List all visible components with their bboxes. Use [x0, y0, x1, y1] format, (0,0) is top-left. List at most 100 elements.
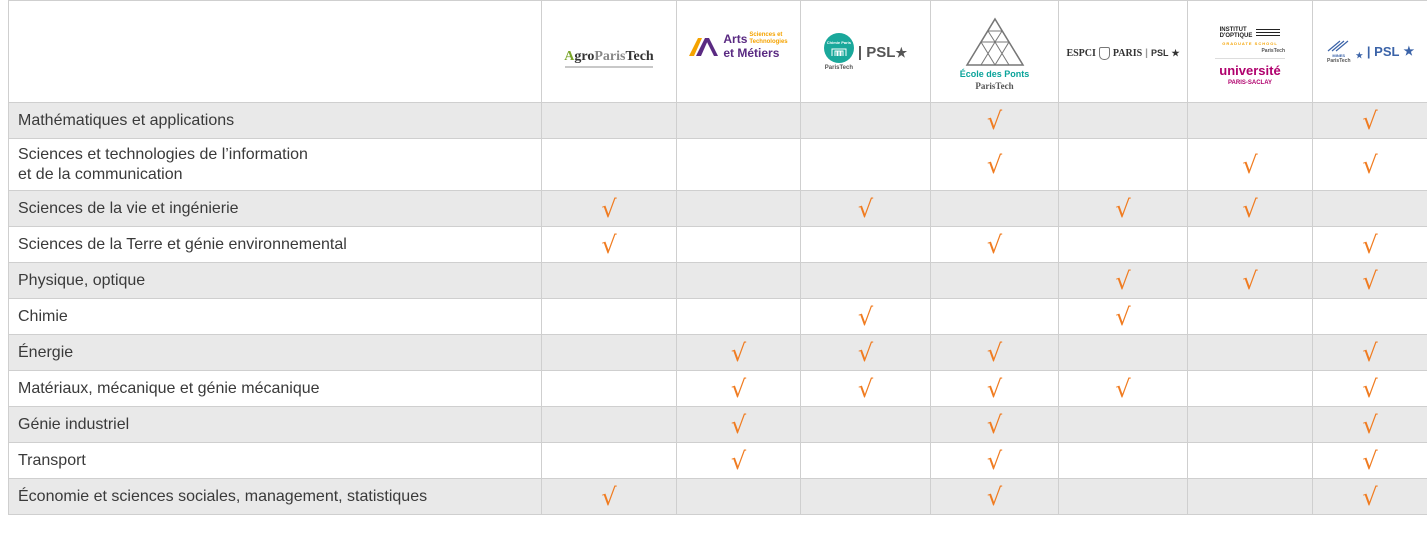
check-mark-cell: √ [676, 442, 801, 479]
check-mark-cell: √ [1187, 190, 1313, 227]
discipline-label: Physique, optique [8, 262, 542, 299]
discipline-label-line: Physique, optique [18, 271, 146, 289]
discipline-label-line: Sciences de la vie et ingénierie [18, 199, 239, 217]
discipline-label: Matériaux, mécanique et génie mécanique [8, 370, 542, 407]
check-mark-cell: √ [930, 478, 1059, 515]
table-row: Sciences de la vie et ingénierie √ √ √ √ [8, 190, 1427, 227]
discipline-label-line: Chimie [18, 307, 68, 325]
check-mark-cell: √ [541, 478, 677, 515]
check-mark-cell: √ [1058, 298, 1188, 335]
discipline-label: Sciences et technologies de l’informatio… [8, 138, 542, 191]
check-icon: √ [1362, 106, 1378, 135]
check-icon: √ [1362, 374, 1378, 403]
discipline-label-line: Transport [18, 451, 86, 469]
check-icon: √ [1362, 338, 1378, 367]
table-row: Chimie √ √ [8, 298, 1427, 335]
table-row: Énergie √ √ √ √ [8, 334, 1427, 371]
check-icon: √ [1242, 266, 1258, 295]
empty-cell [1187, 334, 1313, 371]
check-mark-cell: √ [1312, 226, 1427, 263]
check-icon: √ [1115, 302, 1131, 331]
check-mark-cell: √ [1312, 406, 1427, 443]
empty-cell [800, 226, 931, 263]
check-icon: √ [1362, 446, 1378, 475]
corner-cell [8, 0, 542, 103]
check-icon: √ [857, 374, 874, 403]
schools-disciplines-table: AgroParisTech Arts Sciences et Technolog… [8, 0, 1427, 515]
table-row: Matériaux, mécanique et génie mécanique √… [8, 370, 1427, 407]
espci-paris-logo: ESPCI PARIS | PSL ★ [1058, 0, 1188, 103]
am-mark-icon [689, 37, 719, 56]
ponts-triangle-icon [965, 17, 1024, 66]
empty-cell [800, 406, 931, 443]
check-icon: √ [857, 194, 874, 223]
empty-cell [541, 298, 677, 335]
table-body: Mathématiques et applications √ √ Sciences … [8, 102, 1427, 515]
check-mark-cell: √ [930, 226, 1059, 263]
discipline-label-line: Matériaux, mécanique et génie mécanique [18, 379, 320, 397]
empty-cell [1058, 406, 1188, 443]
check-mark-cell: √ [930, 102, 1059, 139]
empty-cell [541, 406, 677, 443]
check-mark-cell: √ [541, 226, 677, 263]
check-icon: √ [986, 446, 1003, 475]
check-mark-cell: √ [930, 406, 1059, 443]
discipline-label: Transport [8, 442, 542, 479]
check-icon: √ [986, 150, 1003, 179]
empty-cell [541, 442, 677, 479]
check-icon: √ [986, 374, 1003, 403]
empty-cell [1187, 478, 1313, 515]
empty-cell [800, 262, 931, 299]
discipline-label: Sciences de la vie et ingénierie [8, 190, 542, 227]
check-icon: √ [730, 446, 747, 475]
check-icon: √ [986, 106, 1003, 135]
check-mark-cell: √ [676, 406, 801, 443]
check-icon: √ [857, 302, 874, 331]
empty-cell [541, 262, 677, 299]
empty-cell [541, 138, 677, 191]
check-mark-cell: √ [800, 334, 931, 371]
empty-cell [541, 370, 677, 407]
empty-cell [1058, 334, 1188, 371]
check-mark-cell: √ [1312, 370, 1427, 407]
empty-cell [930, 262, 1059, 299]
check-mark-cell: √ [930, 334, 1059, 371]
check-icon: √ [1115, 194, 1131, 223]
discipline-label: Sciences de la Terre et génie environnem… [8, 226, 542, 263]
empty-cell [676, 262, 801, 299]
check-mark-cell: √ [1058, 370, 1188, 407]
empty-cell [930, 298, 1059, 335]
empty-cell [1058, 138, 1188, 191]
discipline-label: Mathématiques et applications [8, 102, 542, 139]
table-row: Mathématiques et applications √ √ [8, 102, 1427, 139]
check-icon: √ [1362, 482, 1378, 511]
check-icon: √ [730, 374, 747, 403]
agro-a: A [564, 49, 575, 64]
check-icon: √ [730, 338, 747, 367]
table-row: Sciences et technologies de l’informatio… [8, 138, 1427, 191]
check-mark-cell: √ [930, 370, 1059, 407]
empty-cell [1187, 226, 1313, 263]
check-mark-cell: √ [1187, 138, 1313, 191]
check-mark-cell: √ [800, 298, 931, 335]
empty-cell [676, 478, 801, 515]
empty-cell [800, 138, 931, 191]
chimie-paristech-logo: Chimie Paris ParisTech | PSL★ [800, 0, 931, 103]
table-row: Génie industriel √ √ √ [8, 406, 1427, 443]
empty-cell [800, 478, 931, 515]
check-icon: √ [986, 230, 1003, 259]
discipline-label-line: Économie et sciences sociales, managemen… [18, 487, 428, 505]
mines-paristech-logo: MINES ParisTech ★ | PSL ★ [1312, 0, 1427, 103]
empty-cell [800, 102, 931, 139]
iogs-lines-icon [1256, 29, 1281, 36]
empty-cell [1058, 102, 1188, 139]
iogs-paris-saclay-logo: INSTITUT D'OPTIQUE GRADUATE SCHOOL Paris… [1187, 0, 1313, 103]
check-icon: √ [986, 482, 1003, 511]
empty-cell [1058, 226, 1188, 263]
discipline-label: Chimie [8, 298, 542, 335]
table-row: Physique, optique √ √ √ [8, 262, 1427, 299]
empty-cell [1187, 406, 1313, 443]
check-icon: √ [1242, 194, 1258, 223]
empty-cell [1187, 102, 1313, 139]
empty-cell [1187, 442, 1313, 479]
